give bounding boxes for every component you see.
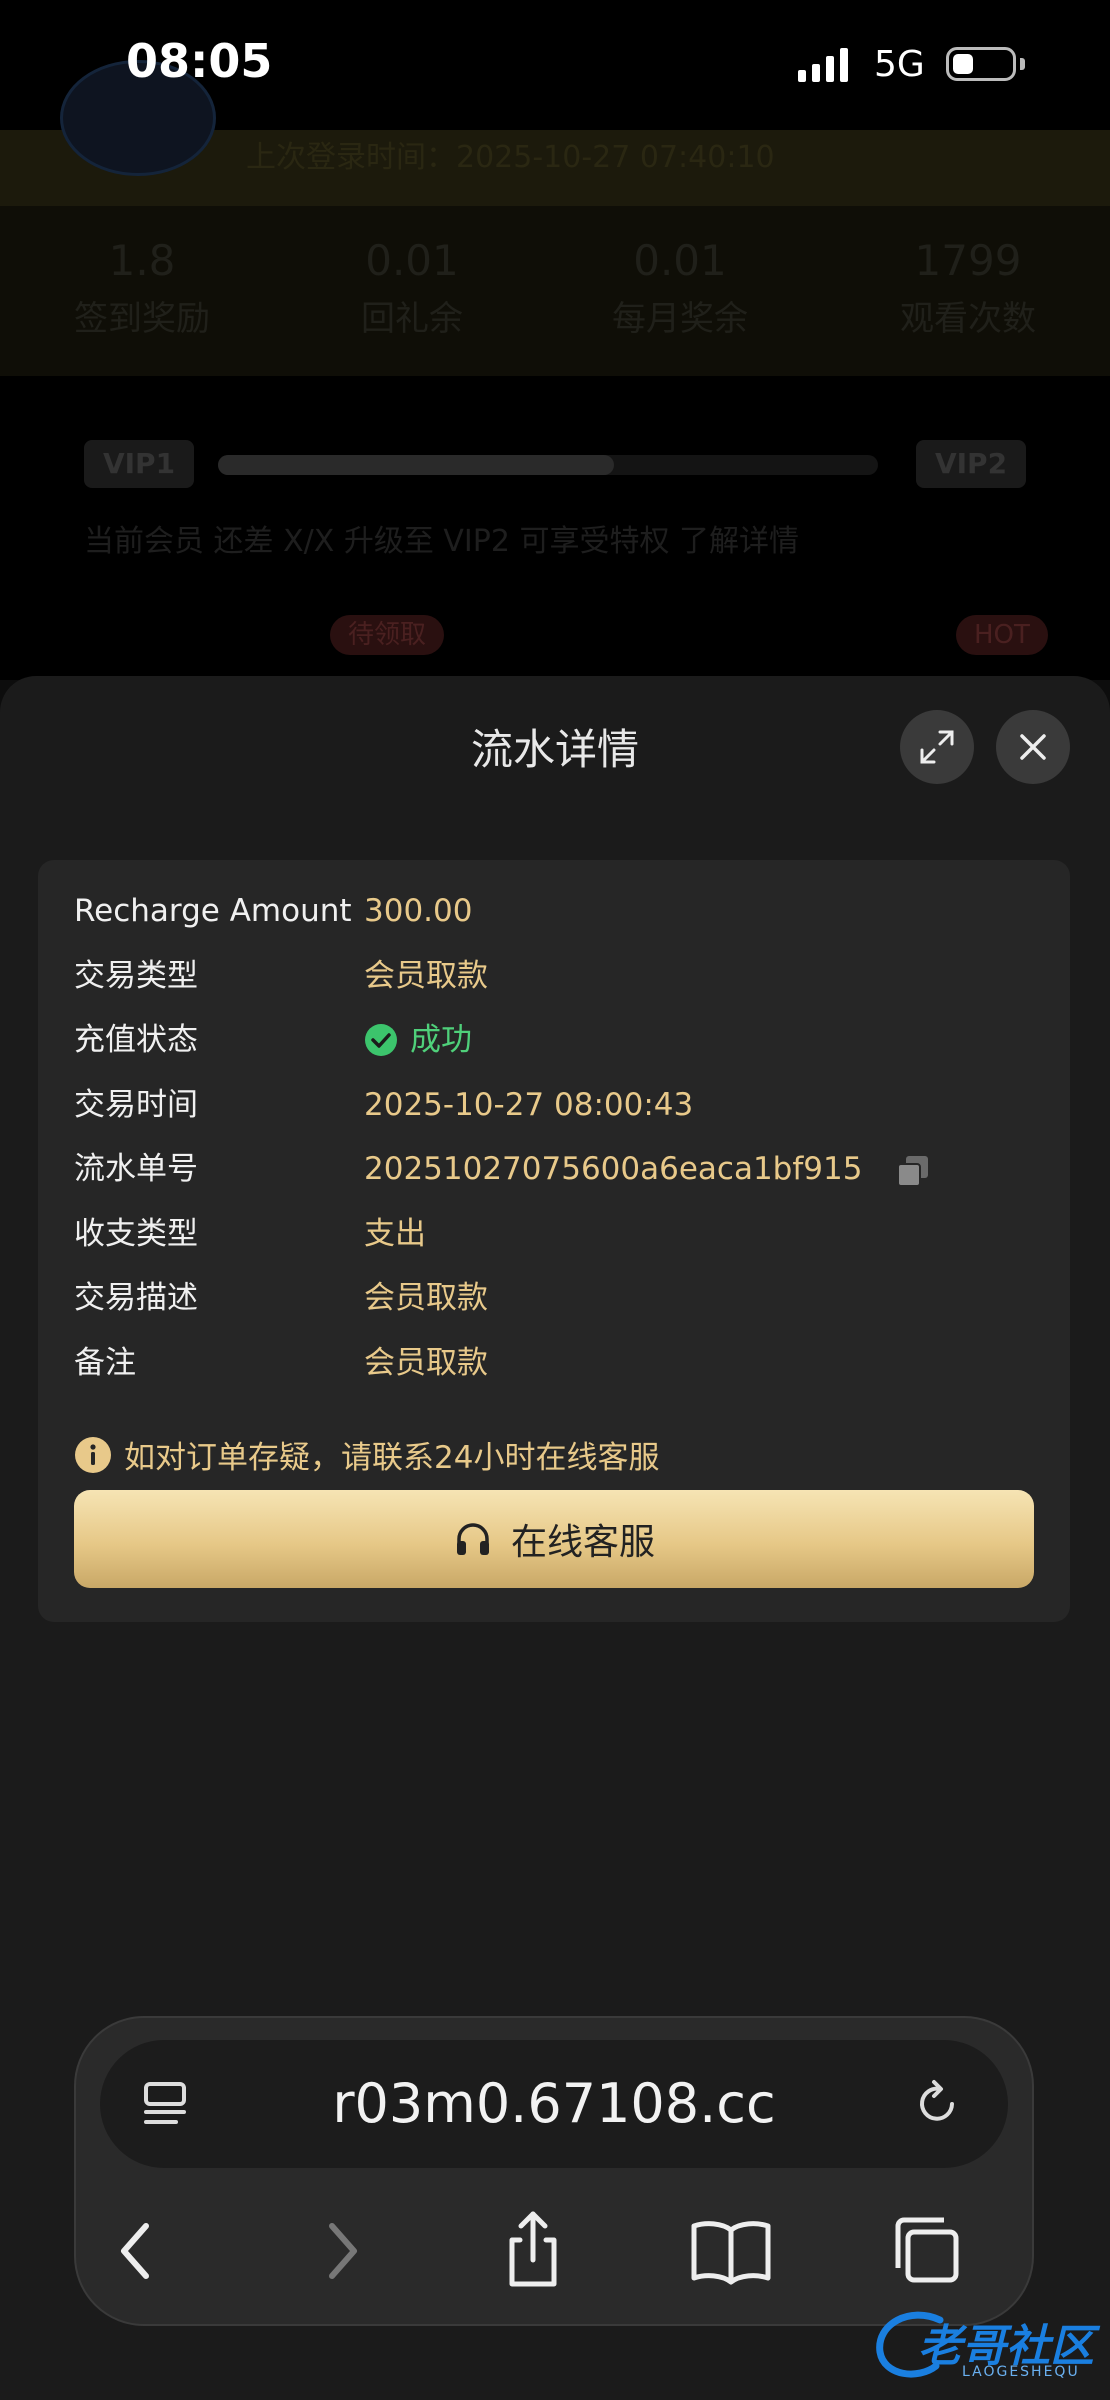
close-icon xyxy=(1020,734,1046,760)
detail-value: 20251027075600a6eaca1bf915 xyxy=(364,1151,863,1187)
detail-label: 流水单号 xyxy=(74,1151,198,1187)
close-button[interactable] xyxy=(996,710,1070,784)
detail-label: 交易时间 xyxy=(74,1087,198,1123)
online-support-button[interactable]: 在线客服 xyxy=(74,1490,1034,1588)
bg-stat-label: 每月奖余 xyxy=(612,299,748,339)
bg-stat-label: 回礼余 xyxy=(361,299,463,339)
reload-icon[interactable] xyxy=(908,2074,968,2134)
watermark-subtext: LAOGESHEQU xyxy=(962,2364,1080,2380)
battery-icon xyxy=(946,47,1016,81)
address-bar[interactable]: r03m0.67108.cc xyxy=(100,2040,1008,2168)
bg-vip-progress xyxy=(218,455,878,475)
bg-stat: 0.01 回礼余 xyxy=(312,236,512,340)
notice-text: 如对订单存疑，请联系24小时在线客服 xyxy=(124,1440,660,1476)
status-text: 成功 xyxy=(410,1022,472,1058)
support-notice: 如对订单存疑，请联系24小时在线客服 xyxy=(74,1432,659,1477)
signal-icon xyxy=(798,48,848,82)
detail-value: 会员取款 xyxy=(364,1345,488,1381)
bg-stat-value: 0.01 xyxy=(365,236,459,285)
detail-card: Recharge Amount 300.00 交易类型 会员取款 充值状态 成功… xyxy=(38,860,1070,1622)
detail-value: 会员取款 xyxy=(364,1280,488,1316)
bg-stat-value: 0.01 xyxy=(633,236,727,285)
detail-label: Recharge Amount xyxy=(74,893,352,929)
back-icon[interactable] xyxy=(94,2206,184,2296)
detail-value: 会员取款 xyxy=(364,958,488,994)
headset-icon xyxy=(456,1523,489,1555)
bg-stat-label: 签到奖励 xyxy=(74,299,210,339)
battery-tip xyxy=(1020,58,1025,70)
expand-icon xyxy=(920,730,954,764)
expand-button[interactable] xyxy=(900,710,974,784)
bg-stat: 0.01 每月奖余 xyxy=(580,236,780,340)
bg-stat-value: 1799 xyxy=(914,236,1022,285)
bg-stat: 1799 观看次数 xyxy=(868,236,1068,340)
status-time: 08:05 xyxy=(126,34,273,88)
bg-badge: 待领取 xyxy=(330,615,445,655)
bg-stat-label: 观看次数 xyxy=(900,299,1036,339)
watermark-logo: 老哥社区 LAOGESHEQU xyxy=(870,2302,1100,2392)
browser-toolbar: r03m0.67108.cc xyxy=(74,2016,1034,2326)
bg-stat-value: 1.8 xyxy=(108,236,176,285)
forward-icon[interactable] xyxy=(294,2206,384,2296)
bg-vip-next-badge: VIP2 xyxy=(916,440,1026,488)
bg-stat: 1.8 签到奖励 xyxy=(42,236,242,340)
bg-vip-description: 当前会员 还差 X/X 升级至 VIP2 可享受特权 了解详情 xyxy=(84,524,799,559)
battery-fill xyxy=(953,54,973,74)
detail-label: 充值状态 xyxy=(74,1022,198,1058)
url-text: r03m0.67108.cc xyxy=(332,2072,776,2135)
check-circle-icon xyxy=(365,1024,397,1056)
detail-label: 交易描述 xyxy=(74,1280,198,1316)
network-label: 5G xyxy=(874,44,925,85)
info-icon xyxy=(75,1436,111,1473)
copy-icon[interactable] xyxy=(896,1154,930,1188)
detail-value: 2025-10-27 08:00:43 xyxy=(364,1087,694,1123)
bg-login-time: 上次登录时间：2025-10-27 07:40:10 xyxy=(246,140,775,175)
status-bar: 08:05 5G xyxy=(0,0,1110,130)
tabs-icon[interactable] xyxy=(882,2206,972,2296)
status-value: 成功 xyxy=(364,1015,472,1065)
detail-row-serial: 流水单号 20251027075600a6eaca1bf915 xyxy=(74,1144,974,1194)
detail-value: 300.00 xyxy=(364,893,473,929)
detail-label: 收支类型 xyxy=(74,1216,198,1252)
bookmarks-icon[interactable] xyxy=(686,2206,776,2296)
bg-stats-panel: 1.8 签到奖励 0.01 回礼余 0.01 每月奖余 1799 观看次数 xyxy=(0,206,1110,376)
detail-label: 交易类型 xyxy=(74,958,198,994)
bg-vip-progress-fill xyxy=(218,455,614,475)
support-button-label: 在线客服 xyxy=(510,1522,655,1563)
detail-value: 支出 xyxy=(364,1216,426,1252)
share-icon[interactable] xyxy=(488,2206,578,2296)
bg-vip-current-badge: VIP1 xyxy=(84,440,194,488)
bg-badge: HOT xyxy=(956,615,1048,655)
detail-label: 备注 xyxy=(74,1345,136,1381)
